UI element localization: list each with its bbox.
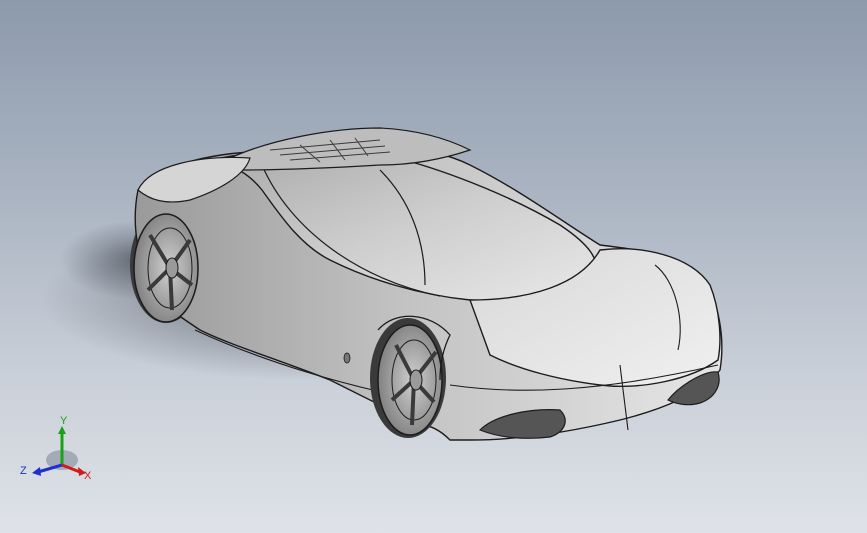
- graphics-viewport[interactable]: Y Z X: [0, 0, 867, 533]
- side-marker: [343, 352, 351, 364]
- y-axis-label: Y: [60, 415, 68, 427]
- z-axis-label: Z: [20, 465, 27, 477]
- rear-wheel: [133, 213, 199, 323]
- z-axis-arrow-icon: [32, 467, 41, 476]
- reference-triad[interactable]: Y Z X: [14, 410, 98, 490]
- car-body-3d-model[interactable]: [0, 0, 867, 533]
- x-axis-label: X: [84, 470, 92, 482]
- front-wheel: [377, 324, 443, 436]
- y-axis-arrow-icon: [58, 426, 66, 434]
